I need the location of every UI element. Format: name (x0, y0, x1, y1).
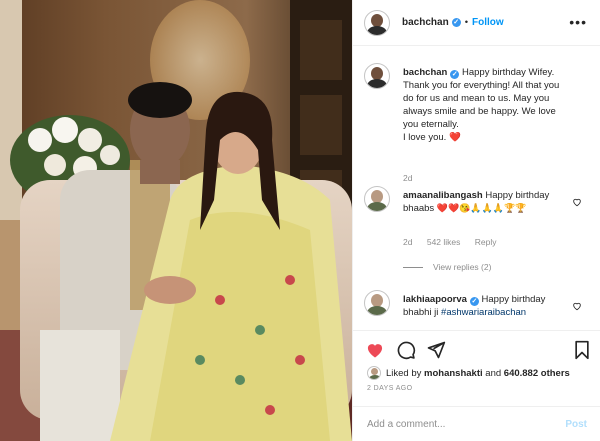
share-icon[interactable] (426, 340, 446, 360)
author-avatar[interactable] (364, 9, 390, 36)
caption-line2: I love you. (403, 132, 447, 143)
header-separator: • (464, 17, 469, 28)
comment-input[interactable] (367, 418, 566, 430)
caption-avatar[interactable] (364, 63, 390, 89)
photo-illustration (0, 0, 352, 441)
post-comment-button[interactable]: Post (565, 419, 587, 430)
comment-emojis: ❤️❤️😘🙏🙏🙏🏆🏆 (436, 203, 527, 213)
post-side-panel: bachchan ✓ • Follow ••• bachchan ✓ Happy … (352, 0, 600, 441)
verified-badge-icon: ✓ (451, 18, 461, 27)
bookmark-icon[interactable] (573, 340, 591, 360)
comment-likes[interactable]: 542 likes (427, 237, 461, 247)
liker-avatar[interactable] (367, 366, 381, 380)
caption-username[interactable]: bachchan (403, 67, 447, 78)
comments-section[interactable]: bachchan ✓ Happy birthday Wifey. Thank yo… (353, 47, 600, 330)
author-username[interactable]: bachchan (402, 17, 449, 28)
commenter-avatar[interactable] (364, 290, 390, 316)
comment-username[interactable]: amaanalibangash (403, 190, 483, 201)
view-replies-button[interactable]: View replies (2) (403, 262, 491, 272)
caption-meta: 2d (403, 173, 424, 183)
comment-username[interactable]: lakhiaapoorva (403, 294, 467, 305)
likes-middle: and (485, 367, 502, 379)
verified-badge-icon: ✓ (450, 70, 460, 79)
heart-icon[interactable] (365, 340, 385, 360)
like-comment-heart-icon[interactable] (572, 197, 582, 207)
more-options-icon[interactable]: ••• (569, 15, 587, 29)
likes-prefix: Liked by (386, 367, 422, 379)
post-photo[interactable] (0, 0, 352, 441)
replies-divider (403, 266, 423, 268)
follow-button[interactable]: Follow (472, 17, 504, 28)
comment-icon[interactable] (396, 340, 416, 360)
liker-username[interactable]: mohanshakti (424, 368, 483, 379)
comment-meta: 2d 542 likes Reply (403, 237, 509, 247)
add-comment-bar: Post (353, 406, 600, 441)
post-header: bachchan ✓ • Follow ••• (353, 0, 600, 46)
post-date: 2 DAYS AGO (367, 385, 413, 392)
commenter-avatar[interactable] (364, 186, 390, 212)
likes-count[interactable]: 640.882 others (504, 368, 570, 379)
comment-text-block: amaanalibangash Happy birthday bhaabs ❤️… (403, 189, 571, 215)
caption-text-block: bachchan ✓ Happy birthday Wifey. Thank yo… (403, 66, 571, 144)
caption-time: 2d (403, 173, 413, 183)
likes-summary[interactable]: Liked by mohanshakti and 640.882 others (367, 366, 570, 380)
comment-text-block: lakhiaapoorva ✓ Happy birthday bhabhi ji … (403, 293, 571, 319)
like-comment-heart-icon[interactable] (572, 301, 582, 311)
heart-emoji: ❤️ (448, 132, 461, 143)
hashtag-link[interactable]: #ashwariaraibachan (441, 307, 526, 318)
reply-button[interactable]: Reply (475, 237, 497, 247)
view-replies-label[interactable]: View replies (2) (433, 262, 491, 272)
comment-time: 2d (403, 237, 413, 247)
verified-badge-icon: ✓ (469, 297, 479, 306)
